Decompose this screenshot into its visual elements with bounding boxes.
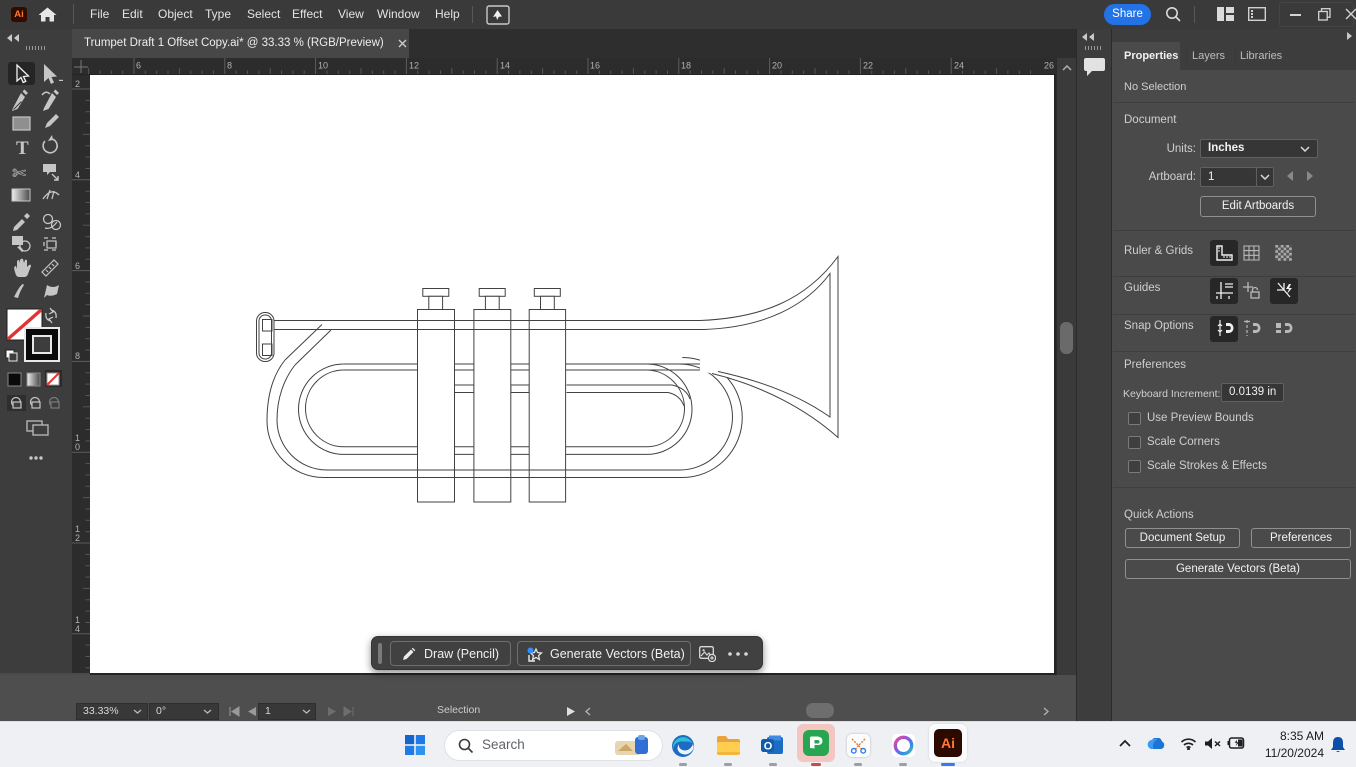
svg-text:16: 16	[590, 61, 600, 71]
svg-text:2: 2	[75, 79, 80, 89]
svg-text:18: 18	[681, 61, 691, 71]
svg-text:12: 12	[409, 61, 419, 71]
svg-text:24: 24	[954, 61, 964, 71]
svg-text:6: 6	[75, 261, 80, 271]
svg-text:2: 2	[75, 533, 80, 543]
svg-text:26: 26	[1044, 61, 1054, 71]
svg-text:8: 8	[75, 351, 80, 361]
svg-text:O: O	[764, 740, 773, 752]
svg-text:10: 10	[318, 61, 328, 71]
svg-text:4: 4	[75, 624, 80, 634]
svg-text:T: T	[16, 138, 29, 159]
svg-text:4: 4	[75, 170, 80, 180]
svg-text:6: 6	[136, 61, 141, 71]
svg-text:20: 20	[772, 61, 782, 71]
svg-text:0: 0	[75, 442, 80, 452]
svg-text:14: 14	[500, 61, 510, 71]
svg-text:22: 22	[863, 61, 873, 71]
svg-text:✄: ✄	[12, 164, 27, 183]
svg-text:8: 8	[227, 61, 232, 71]
